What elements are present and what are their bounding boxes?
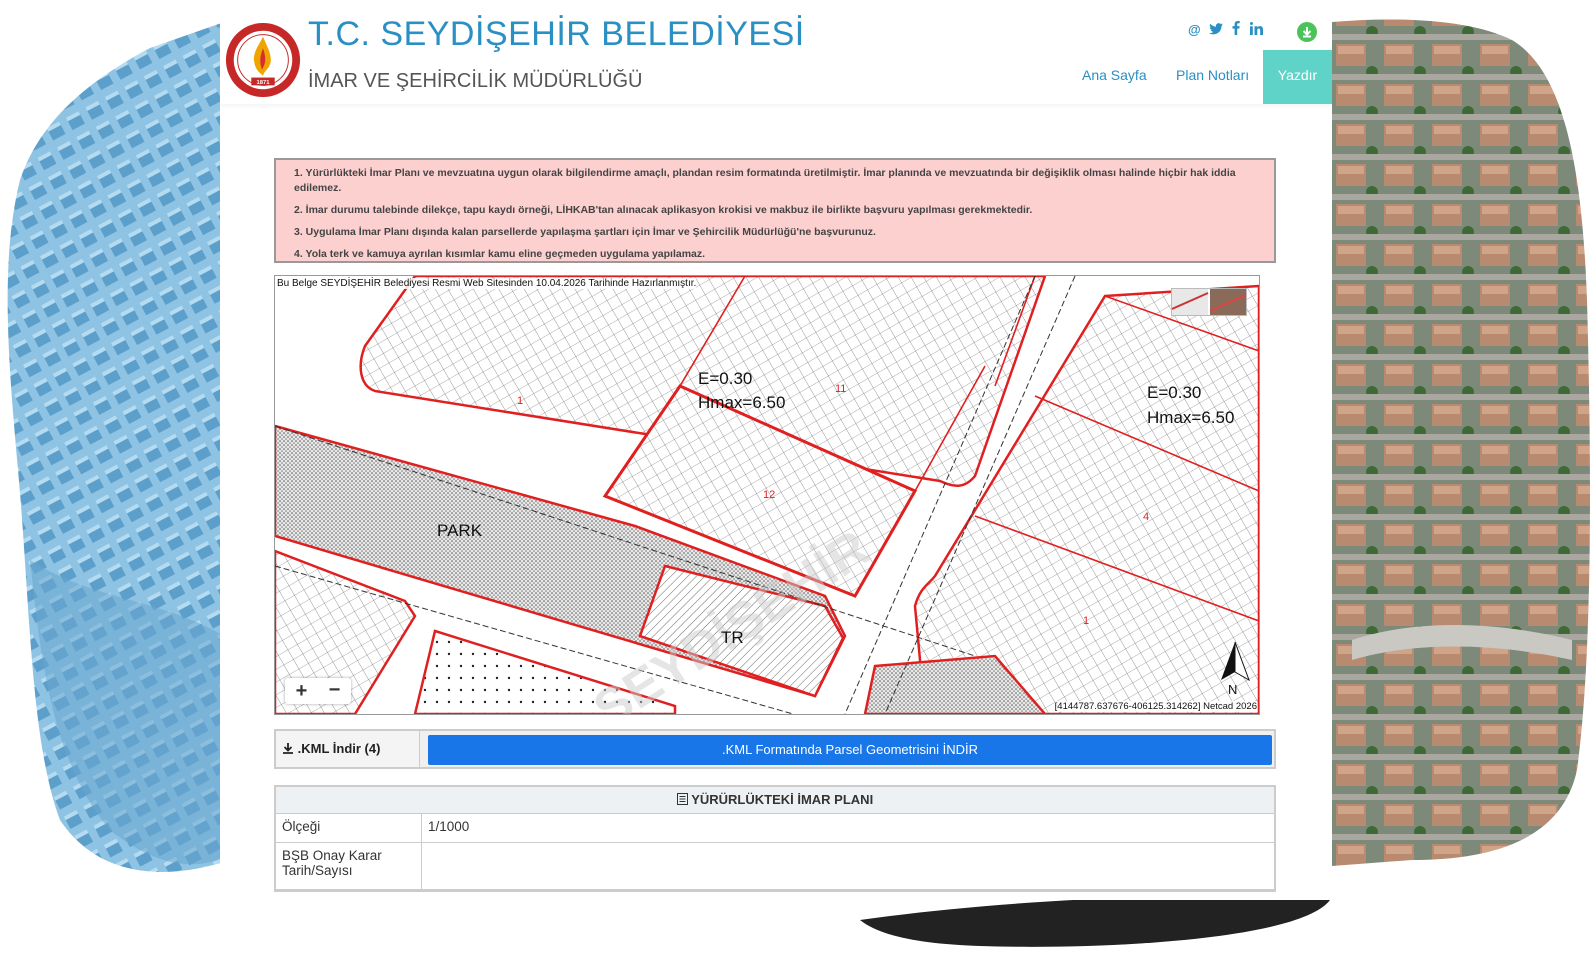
nav-plan-notes-link[interactable]: Plan Notları bbox=[1176, 67, 1249, 83]
email-icon[interactable]: @ bbox=[1188, 22, 1201, 37]
row-value: 1/1000 bbox=[428, 819, 470, 834]
site-title: T.C. SEYDİŞEHİR BELEDİYESİ bbox=[308, 15, 805, 53]
map-label-park: PARK bbox=[437, 521, 483, 540]
plan-table-title: YÜRÜRLÜKTEKİ İMAR PLANI bbox=[691, 792, 874, 807]
facebook-icon[interactable] bbox=[1232, 21, 1240, 35]
linkedin-icon[interactable] bbox=[1250, 22, 1263, 35]
zoom-in-button[interactable]: + bbox=[285, 678, 318, 704]
parcel-number: 12 bbox=[763, 489, 775, 501]
city-map-background bbox=[7, 20, 230, 872]
zoning-map[interactable]: SEYDİŞEHİR E=0.30 Hmax=6.50 E=0.30 Hmax=… bbox=[274, 275, 1260, 715]
kml-label-text: .KML İndir (4) bbox=[297, 741, 381, 756]
municipality-logo: 1871 bbox=[225, 22, 301, 98]
kml-download-label: .KML İndir (4) bbox=[276, 731, 420, 767]
row-key: BŞB Onay Karar Tarih/Sayısı bbox=[276, 843, 422, 889]
table-row: Ölçeği 1/1000 bbox=[276, 814, 1274, 843]
north-label: N bbox=[1228, 682, 1237, 697]
plan-table-header: YÜRÜRLÜKTEKİ İMAR PLANI bbox=[276, 787, 1274, 814]
notice-item: 3. Uygulama İmar Planı dışında kalan par… bbox=[294, 226, 876, 238]
row-key: Ölçeği bbox=[276, 814, 422, 842]
map-label-hmax: Hmax=6.50 bbox=[1147, 408, 1234, 427]
nav-home-link[interactable]: Ana Sayfa bbox=[1082, 67, 1147, 83]
notice-item: 4. Yola terk ve kamuya ayrılan kısımlar … bbox=[294, 248, 706, 260]
basemap-switcher[interactable] bbox=[1171, 288, 1247, 316]
nav-print-tab[interactable]: Yazdır bbox=[1263, 50, 1332, 104]
page-container: 1871 T.C. SEYDİŞEHİR BELEDİYESİ İMAR VE … bbox=[220, 0, 1332, 900]
aerial-photo-background bbox=[1332, 19, 1590, 866]
parcel-number: 1 bbox=[517, 395, 523, 407]
download-icon bbox=[283, 743, 293, 754]
zoning-map-canvas[interactable]: SEYDİŞEHİR E=0.30 Hmax=6.50 E=0.30 Hmax=… bbox=[275, 276, 1259, 714]
site-subtitle: İMAR VE ŞEHİRCİLİK MÜDÜRLÜĞÜ bbox=[308, 70, 643, 92]
download-icon[interactable] bbox=[1297, 22, 1317, 42]
kml-download-button[interactable]: .KML Formatında Parsel Geometrisini İNDİ… bbox=[428, 735, 1272, 765]
map-label-e: E=0.30 bbox=[698, 369, 752, 388]
table-row: BŞB Onay Karar Tarih/Sayısı bbox=[276, 843, 1274, 890]
map-label-tr: TR bbox=[721, 628, 744, 647]
map-label-e: E=0.30 bbox=[1147, 383, 1201, 402]
document-icon bbox=[676, 793, 688, 805]
parcel-number: 1 bbox=[1083, 615, 1089, 627]
twitter-icon[interactable] bbox=[1209, 23, 1223, 35]
parcel-number: 4 bbox=[1143, 511, 1149, 523]
site-header: 1871 T.C. SEYDİŞEHİR BELEDİYESİ İMAR VE … bbox=[220, 0, 1332, 104]
zoom-control: + − bbox=[285, 678, 351, 704]
map-label-hmax: Hmax=6.50 bbox=[698, 393, 785, 412]
parcel-number: 11 bbox=[835, 383, 846, 395]
kml-download-row: .KML İndir (4) .KML Formatında Parsel Ge… bbox=[274, 729, 1276, 769]
logo-year: 1871 bbox=[256, 80, 270, 86]
zoom-out-button[interactable]: − bbox=[318, 678, 351, 704]
map-coordinates: [4144787.637676-406125.314262] Netcad 20… bbox=[1054, 701, 1257, 712]
map-stamp-text: Bu Belge SEYDİŞEHİR Belediyesi Resmi Web… bbox=[277, 278, 697, 289]
notice-item: 2. İmar durumu talebinde dilekçe, tapu k… bbox=[294, 204, 1033, 216]
row-value bbox=[422, 843, 434, 853]
notice-box: 1. Yürürlükteki İmar Planı ve mevzuatına… bbox=[274, 158, 1276, 263]
notice-item: 1. Yürürlükteki İmar Planı ve mevzuatına… bbox=[294, 167, 1236, 194]
zoning-plan-table: YÜRÜRLÜKTEKİ İMAR PLANI Ölçeği 1/1000 BŞ… bbox=[274, 785, 1276, 892]
